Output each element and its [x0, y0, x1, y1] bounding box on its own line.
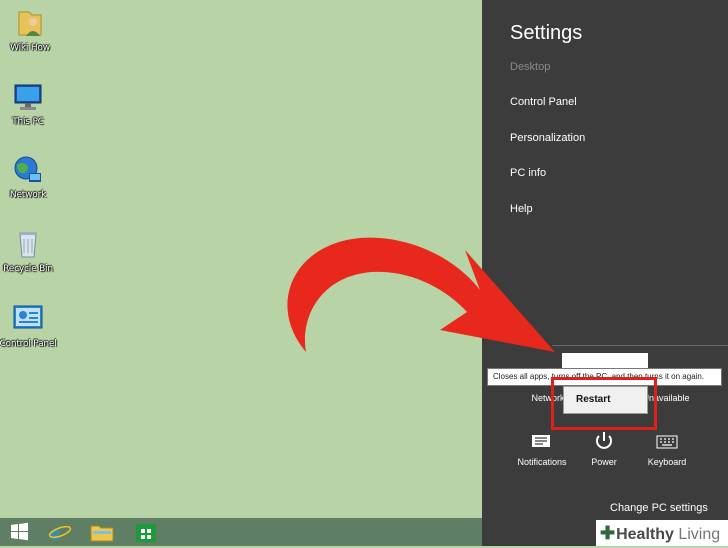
watermark-light: Living — [678, 526, 721, 543]
settings-item-personalization[interactable]: Personalization — [510, 132, 585, 144]
user-folder-icon — [13, 6, 47, 40]
network-globe-icon — [11, 153, 45, 187]
desktop-icon-this-pc[interactable]: This PC — [0, 80, 58, 128]
store-icon[interactable] — [131, 520, 161, 544]
change-pc-settings-link[interactable]: Change PC settings — [610, 502, 708, 514]
settings-item-desktop: Desktop — [510, 61, 551, 73]
desktop-icon-wiki-how[interactable]: Wiki How — [0, 6, 60, 54]
settings-title: Settings — [510, 22, 583, 44]
desktop-icon-label: Recycle Bin — [3, 264, 53, 274]
desktop-icon-label: This PC — [12, 117, 44, 127]
divider — [552, 345, 728, 346]
power-menu-top — [562, 353, 648, 368]
notifications-icon[interactable] — [531, 434, 551, 454]
svg-text:e: e — [51, 523, 60, 544]
desktop-icon-network[interactable]: Network — [0, 153, 58, 201]
watermark-bold: Healthy — [616, 526, 674, 543]
windows-start-icon[interactable] — [4, 520, 34, 544]
settings-item-control-panel[interactable]: Control Panel — [510, 96, 577, 108]
desktop-icon-control-panel[interactable]: Control Panel — [0, 302, 58, 350]
desktop-icon-label: Control Panel — [0, 339, 57, 349]
healthy-living-watermark: ✚Healthy Living — [596, 520, 728, 546]
internet-explorer-icon[interactable]: e — [44, 520, 74, 545]
file-explorer-icon[interactable] — [87, 520, 117, 544]
plus-icon: ✚ — [600, 523, 616, 543]
desktop-icon-recycle-bin[interactable]: Recycle Bin — [0, 227, 58, 275]
desktop: Wiki How This PC Network Recycle Bin Con… — [0, 0, 482, 518]
desktop-icon-label: Wiki How — [10, 43, 50, 53]
desktop-icon-label: Network — [9, 190, 47, 200]
keyboard-label[interactable]: Keyboard — [622, 457, 712, 467]
settings-charm-pane: Settings Desktop Control Panel Personali… — [482, 0, 728, 546]
taskbar: e — [0, 518, 482, 546]
keyboard-icon[interactable] — [656, 434, 678, 453]
power-icon[interactable] — [593, 430, 615, 456]
settings-item-help[interactable]: Help — [510, 203, 533, 215]
settings-item-pc-info[interactable]: PC info — [510, 167, 546, 179]
control-panel-icon — [11, 302, 45, 336]
highlight-frame — [551, 377, 657, 430]
computer-icon — [11, 80, 45, 114]
recycle-bin-icon — [11, 227, 45, 261]
